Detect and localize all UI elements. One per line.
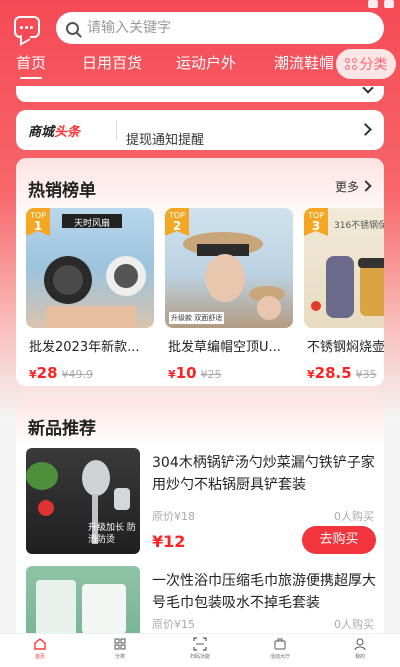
bottom-tab-bar: 首页 分类 扫码功能 活动大厅 我的 bbox=[0, 633, 400, 667]
product-name: 批发2023年新款... bbox=[29, 340, 140, 355]
news-banner[interactable]: 商城头条 提现通知提醒 bbox=[16, 110, 384, 150]
tabbar-item-category[interactable]: 分类 bbox=[80, 634, 160, 667]
image-caption: 316不锈钢保温杯 bbox=[334, 221, 384, 231]
message-icon[interactable] bbox=[14, 16, 40, 38]
product-card[interactable]: 天时风扇 TOP 1 批发2023年新款... ¥28 ¥49.9 bbox=[26, 208, 154, 382]
image-caption: 天时风扇 bbox=[74, 219, 111, 229]
user-icon bbox=[354, 638, 366, 651]
product-name: 304木柄锅铲汤勺炒菜漏勺铁铲子家用炒勺不粘锅厨具铲套装 bbox=[152, 455, 375, 493]
category-button-label: 分类 bbox=[359, 57, 388, 73]
category-icon bbox=[114, 638, 126, 650]
battery-icon bbox=[384, 0, 394, 8]
tab-home[interactable]: 首页 bbox=[16, 52, 46, 79]
product-card[interactable]: 升级款 双面舒适 TOP 2 批发草编帽空顶U... ¥10 ¥25 bbox=[165, 208, 293, 382]
header bbox=[0, 12, 400, 48]
product-image[interactable]: 升级款 双面舒适 TOP 2 bbox=[165, 208, 293, 328]
list-item[interactable]: 一次性浴巾压缩毛巾旅游便携超厚大号毛巾包装吸水不掉毛套装 原价¥15 0人购买 bbox=[26, 566, 376, 638]
status-bar bbox=[368, 0, 394, 10]
list-item[interactable]: 升级加长 防滑防烫 304木柄锅铲汤勺炒菜漏勺铁铲子家用炒勺不粘锅厨具铲套装 原… bbox=[26, 448, 376, 558]
hot-list-section: 热销榜单 更多 天时风扇 TOP 1 批发2023年新款... ¥28 ¥49.9 bbox=[16, 158, 384, 386]
chevron-right-icon[interactable] bbox=[359, 123, 372, 136]
tab-outdoor[interactable]: 运动户外 bbox=[176, 52, 236, 73]
purchase-count: 0人购买 bbox=[334, 510, 374, 523]
product-price: ¥28.5 ¥35 bbox=[307, 364, 377, 382]
news-text[interactable]: 提现通知提醒 bbox=[126, 129, 204, 148]
image-caption: 升级加长 防滑防烫 bbox=[88, 523, 136, 545]
search-input[interactable] bbox=[87, 20, 337, 36]
original-price: 原价¥18 bbox=[152, 510, 195, 523]
purchase-count: 0人购买 bbox=[334, 618, 374, 631]
product-name: 不锈钢焖烧壶... bbox=[307, 340, 384, 355]
divider bbox=[116, 120, 117, 140]
product-image[interactable]: 316不锈钢保温杯 TOP3 bbox=[304, 208, 384, 328]
image-caption: 升级款 双面舒适 bbox=[169, 312, 225, 324]
new-arrivals-section: 新品推荐 升级加长 防滑防烫 304木柄锅铲汤勺炒菜漏勺铁铲子家用炒勺不粘锅厨具… bbox=[16, 398, 384, 638]
tabbar-item-profile[interactable]: 我的 bbox=[320, 634, 400, 667]
home-icon bbox=[34, 638, 46, 650]
product-image[interactable]: 天时风扇 TOP 1 bbox=[26, 208, 154, 328]
news-logo: 商城头条 bbox=[28, 125, 81, 140]
product-card[interactable]: 316不锈钢保温杯 TOP3 不锈钢焖烧壶... ¥28.5¥35 bbox=[304, 208, 384, 382]
wifi-icon bbox=[368, 0, 378, 8]
search-icon bbox=[66, 21, 79, 35]
product-name: 批发草编帽空顶U... bbox=[168, 340, 281, 355]
scan-icon bbox=[193, 637, 207, 651]
product-price: ¥10 ¥25 bbox=[168, 364, 222, 382]
activity-icon bbox=[274, 638, 286, 650]
tabbar-item-activity[interactable]: 活动大厅 bbox=[240, 634, 320, 667]
tab-daily-goods[interactable]: 日用百货 bbox=[82, 52, 142, 73]
buy-button[interactable]: 去购买 bbox=[302, 526, 376, 554]
category-icon bbox=[344, 58, 357, 70]
product-price: ¥12 bbox=[152, 532, 186, 551]
category-button[interactable]: 分类 bbox=[336, 49, 396, 79]
original-price: 原价¥15 bbox=[152, 618, 195, 631]
product-name: 一次性浴巾压缩毛巾旅游便携超厚大号毛巾包装吸水不掉毛套装 bbox=[152, 573, 376, 611]
product-image[interactable] bbox=[26, 566, 140, 638]
more-link[interactable]: 更多 bbox=[335, 178, 370, 195]
search-bar[interactable] bbox=[56, 12, 384, 44]
tab-fashion-shoes[interactable]: 潮流鞋帽 bbox=[274, 52, 334, 73]
tabbar-item-scan[interactable]: 扫码功能 bbox=[160, 634, 240, 667]
product-image[interactable]: 升级加长 防滑防烫 bbox=[26, 448, 140, 554]
section-title: 热销榜单 bbox=[28, 181, 96, 201]
tabbar-item-home[interactable]: 首页 bbox=[0, 634, 80, 667]
collapsed-card bbox=[16, 82, 384, 102]
product-price: ¥28 ¥49.9 bbox=[29, 364, 94, 382]
section-title: 新品推荐 bbox=[28, 419, 96, 439]
